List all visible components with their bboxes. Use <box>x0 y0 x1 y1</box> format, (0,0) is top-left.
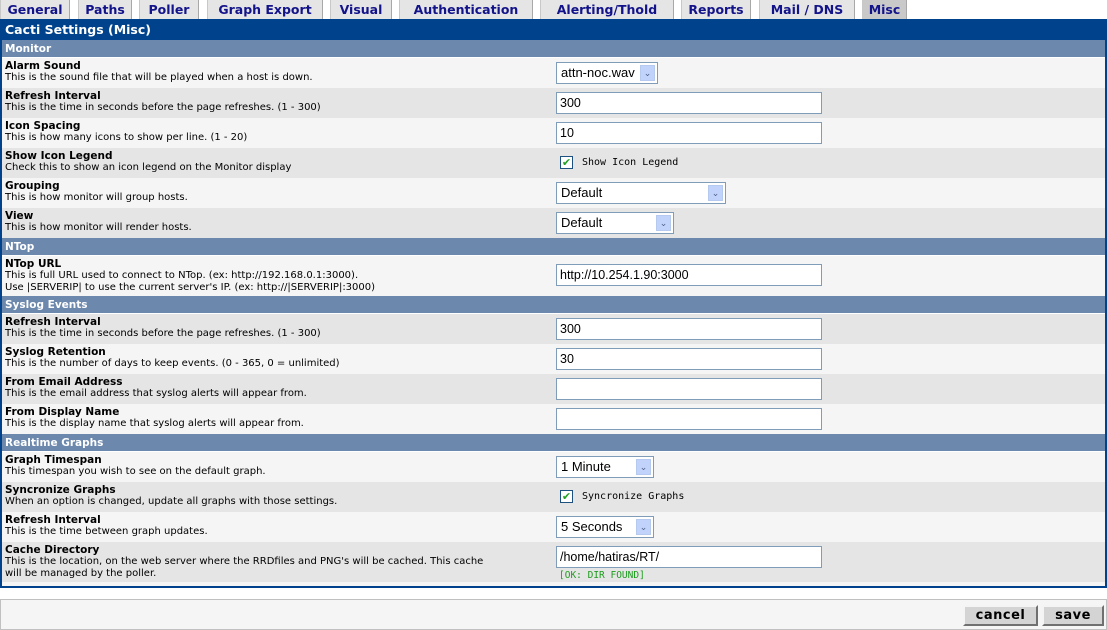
setting-description: This is the display name that syslog ale… <box>5 418 304 429</box>
setting-view: View This is how monitor will render hos… <box>2 208 1105 238</box>
setting-name: View <box>5 210 34 222</box>
setting-description: This is the time in seconds before the p… <box>5 102 321 113</box>
setting-name: Refresh Interval <box>5 514 101 526</box>
grouping-select[interactable]: Default ⌄ <box>556 182 726 204</box>
check-icon: ✔ <box>561 156 572 169</box>
setting-description: This is the email address that syslog al… <box>5 388 307 399</box>
selected-value: 1 Minute <box>561 459 611 474</box>
chevron-down-icon[interactable]: ⌄ <box>656 215 671 231</box>
ntop-url-input[interactable]: http://10.254.1.90:3000 <box>556 264 822 286</box>
setting-name: Refresh Interval <box>5 90 101 102</box>
icon-spacing-input[interactable]: 10 <box>556 122 822 144</box>
cache-directory-input[interactable]: /home/hatiras/RT/ <box>556 546 822 568</box>
realtime-refresh-interval-select[interactable]: 5 Seconds ⌄ <box>556 516 654 538</box>
setting-description: When an option is changed, update all gr… <box>5 496 338 507</box>
section-header-syslog-events: Syslog Events <box>2 296 1105 314</box>
setting-description: This is how monitor will render hosts. <box>5 222 192 233</box>
setting-name: NTop URL <box>5 258 62 270</box>
setting-syncronize-graphs: Syncronize Graphs When an option is chan… <box>2 482 1105 512</box>
setting-description: Check this to show an icon legend on the… <box>5 162 292 173</box>
alarm-sound-select[interactable]: attn-noc.wav ⌄ <box>556 62 658 84</box>
setting-ntop-url: NTop URL This is full URL used to connec… <box>2 256 1105 296</box>
chevron-down-icon[interactable]: ⌄ <box>636 519 651 535</box>
setting-from-email-address: From Email Address This is the email add… <box>2 374 1105 404</box>
checkbox-label[interactable]: Syncronize Graphs <box>582 491 684 502</box>
checkbox-label[interactable]: Show Icon Legend <box>582 157 678 168</box>
view-select[interactable]: Default ⌄ <box>556 212 674 234</box>
form-footer: cancel save <box>0 599 1107 630</box>
show-icon-legend-checkbox[interactable]: ✔ <box>560 156 573 169</box>
chevron-down-icon[interactable]: ⌄ <box>640 65 655 81</box>
setting-cache-directory: Cache Directory This is the location, on… <box>2 542 1105 582</box>
chevron-down-icon[interactable]: ⌄ <box>708 185 723 201</box>
setting-description: This is how many icons to show per line.… <box>5 132 248 143</box>
tab-visual[interactable]: Visual <box>330 0 392 19</box>
setting-name: Graph Timespan <box>5 454 102 466</box>
setting-name: Cache Directory <box>5 544 100 556</box>
tab-alerting-thold[interactable]: Alerting/Thold <box>540 0 674 19</box>
setting-from-display-name: From Display Name This is the display na… <box>2 404 1105 434</box>
setting-syslog-retention: Syslog Retention This is the number of d… <box>2 344 1105 374</box>
graph-timespan-select[interactable]: 1 Minute ⌄ <box>556 456 654 478</box>
selected-value: 5 Seconds <box>561 519 623 534</box>
check-icon: ✔ <box>561 490 572 503</box>
setting-name: From Email Address <box>5 376 123 388</box>
setting-name: Refresh Interval <box>5 316 101 328</box>
setting-grouping: Grouping This is how monitor will group … <box>2 178 1105 208</box>
setting-description: This is the location, on the web server … <box>5 556 484 567</box>
setting-description: This is full URL used to connect to NTop… <box>5 270 359 281</box>
settings-tabs: General Paths Poller Graph Export Visual… <box>0 0 1107 19</box>
tab-graph-export[interactable]: Graph Export <box>207 0 323 19</box>
setting-description: This is the sound file that will be play… <box>5 72 313 83</box>
setting-realtime-refresh-interval: Refresh Interval This is the time betwee… <box>2 512 1105 542</box>
setting-name: Icon Spacing <box>5 120 81 132</box>
settings-panel: Cacti Settings (Misc) Monitor Alarm Soun… <box>0 19 1107 588</box>
tab-general[interactable]: General <box>0 0 70 19</box>
setting-description: This timespan you wish to see on the def… <box>5 466 266 477</box>
from-email-address-input[interactable] <box>556 378 822 400</box>
setting-description: This is the number of days to keep event… <box>5 358 340 369</box>
from-display-name-input[interactable] <box>556 408 822 430</box>
monitor-refresh-interval-input[interactable]: 300 <box>556 92 822 114</box>
setting-name: Syncronize Graphs <box>5 484 116 496</box>
tab-reports[interactable]: Reports <box>681 0 751 19</box>
setting-description-line2: Use |SERVERIP| to use the current server… <box>5 282 376 293</box>
setting-monitor-refresh-interval: Refresh Interval This is the time in sec… <box>2 88 1105 118</box>
page-title: Cacti Settings (Misc) <box>2 19 1105 40</box>
selected-value: attn-noc.wav <box>561 65 635 80</box>
setting-name: Show Icon Legend <box>5 150 113 162</box>
tab-poller[interactable]: Poller <box>139 0 199 19</box>
setting-name: Alarm Sound <box>5 60 81 72</box>
selected-value: Default <box>561 215 603 230</box>
syncronize-graphs-checkbox[interactable]: ✔ <box>560 490 573 503</box>
setting-description-line2: will be managed by the poller. <box>5 568 157 579</box>
section-header-realtime-graphs: Realtime Graphs <box>2 434 1105 452</box>
section-header-monitor: Monitor <box>2 40 1105 58</box>
setting-alarm-sound: Alarm Sound This is the sound file that … <box>2 58 1105 88</box>
chevron-down-icon[interactable]: ⌄ <box>636 459 651 475</box>
tab-mail-dns[interactable]: Mail / DNS <box>759 0 855 19</box>
tab-paths[interactable]: Paths <box>78 0 132 19</box>
selected-value: Default <box>561 185 603 200</box>
setting-name: Grouping <box>5 180 60 192</box>
save-button[interactable]: save <box>1042 605 1104 626</box>
setting-name: Syslog Retention <box>5 346 106 358</box>
syslog-refresh-interval-input[interactable]: 300 <box>556 318 822 340</box>
setting-syslog-refresh-interval: Refresh Interval This is the time in sec… <box>2 314 1105 344</box>
setting-graph-timespan: Graph Timespan This timespan you wish to… <box>2 452 1105 482</box>
tab-authentication[interactable]: Authentication <box>399 0 533 19</box>
setting-description: This is the time between graph updates. <box>5 526 208 537</box>
tab-misc[interactable]: Misc <box>862 0 907 19</box>
setting-name: From Display Name <box>5 406 120 418</box>
setting-description: This is the time in seconds before the p… <box>5 328 321 339</box>
setting-description: This is how monitor will group hosts. <box>5 192 188 203</box>
directory-status: [OK: DIR FOUND] <box>559 570 645 581</box>
cancel-button[interactable]: cancel <box>963 605 1038 626</box>
syslog-retention-input[interactable]: 30 <box>556 348 822 370</box>
section-header-ntop: NTop <box>2 238 1105 256</box>
setting-show-icon-legend: Show Icon Legend Check this to show an i… <box>2 148 1105 178</box>
setting-icon-spacing: Icon Spacing This is how many icons to s… <box>2 118 1105 148</box>
